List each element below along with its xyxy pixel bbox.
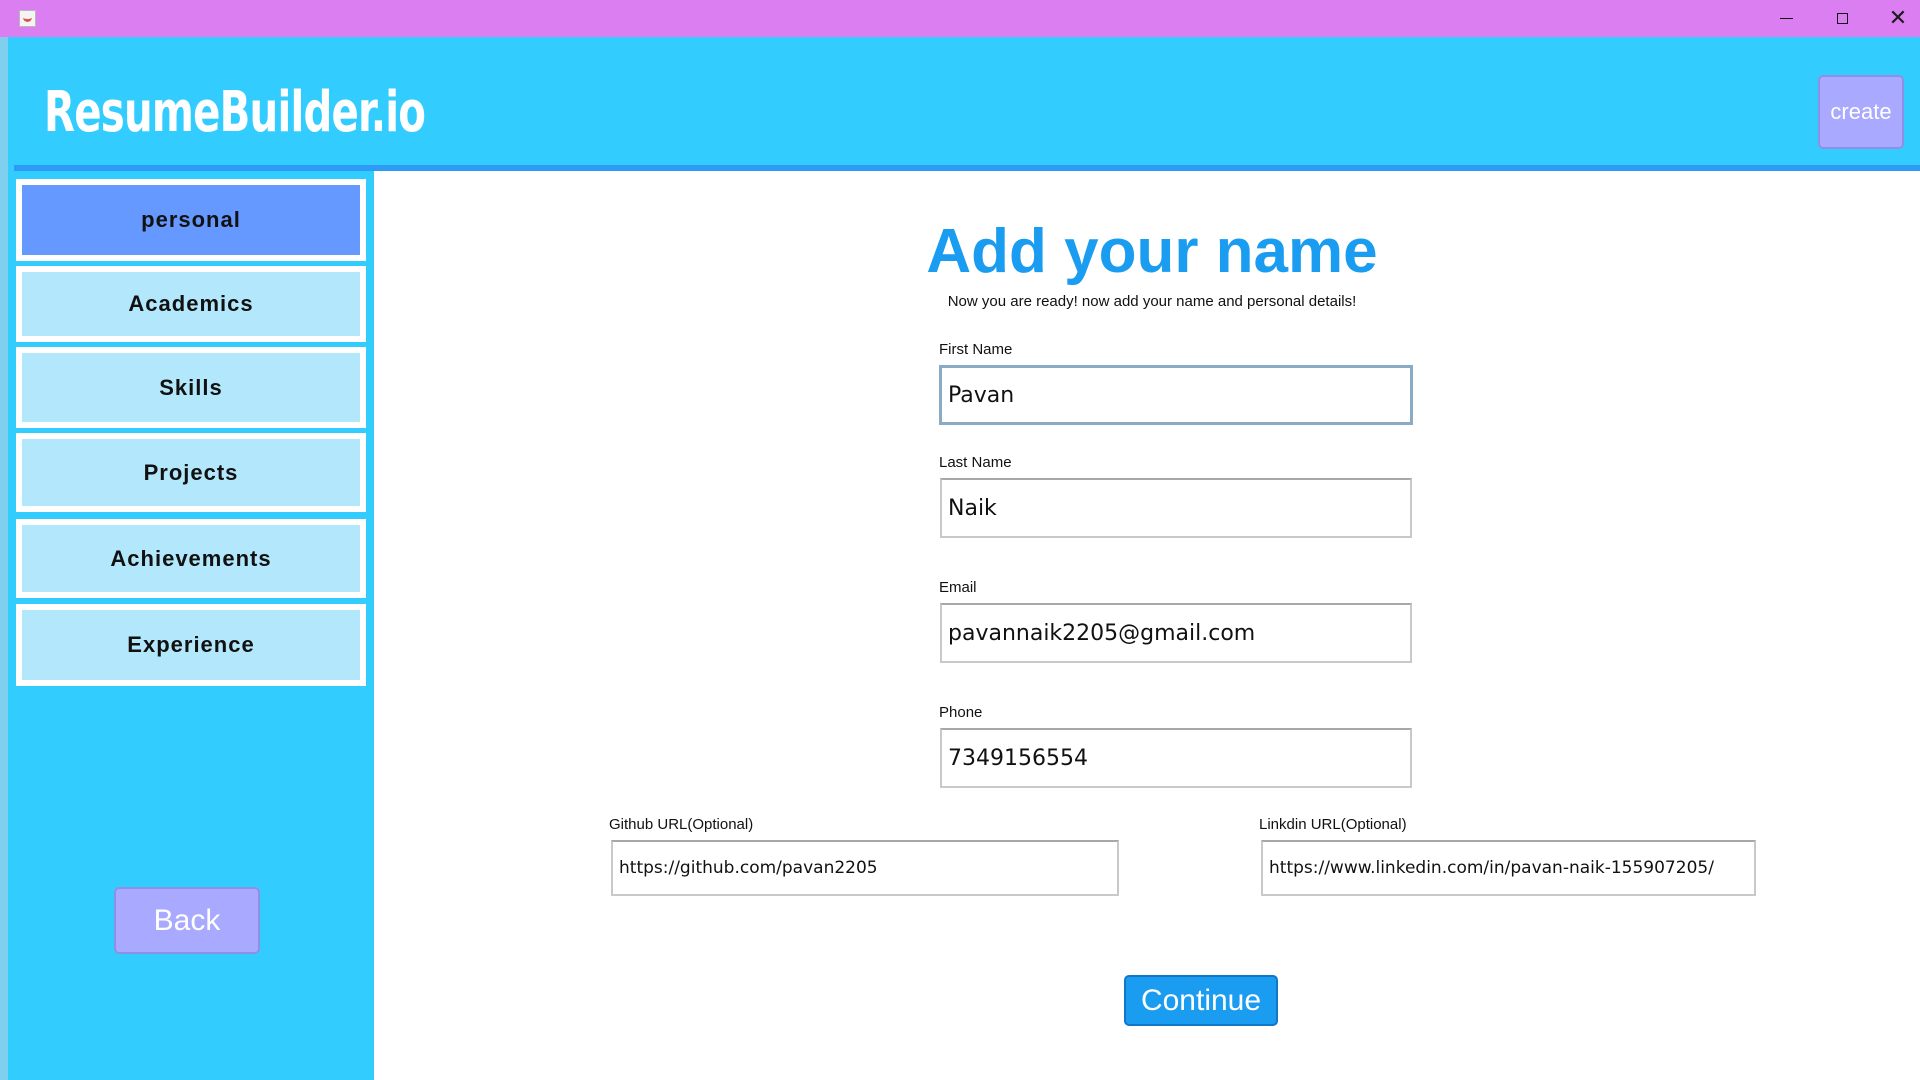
phone-label: Phone bbox=[939, 704, 983, 721]
first-name-label: First Name bbox=[939, 341, 1013, 358]
create-button[interactable]: create bbox=[1818, 75, 1904, 149]
window-titlebar: ✕ bbox=[0, 0, 1920, 37]
github-url-input[interactable] bbox=[611, 840, 1119, 896]
minimize-icon bbox=[1779, 18, 1793, 19]
back-button[interactable]: Back bbox=[114, 887, 260, 954]
last-name-input[interactable] bbox=[940, 478, 1412, 538]
phone-input[interactable] bbox=[940, 728, 1412, 788]
linkedin-url-input[interactable] bbox=[1261, 840, 1756, 896]
app-header: ResumeBuilder.io create bbox=[14, 43, 1920, 165]
main-panel: Add your name Now you are ready! now add… bbox=[374, 171, 1920, 1080]
email-label: Email bbox=[939, 579, 977, 596]
sidebar-item-projects[interactable]: Projects bbox=[16, 433, 366, 512]
sidebar-item-personal[interactable]: personal bbox=[16, 179, 366, 261]
sidebar-item-skills[interactable]: Skills bbox=[16, 347, 366, 428]
linkedin-url-label: Linkdin URL(Optional) bbox=[1259, 816, 1407, 833]
java-app-icon bbox=[19, 10, 36, 27]
sidebar: personal Academics Skills Projects Achie… bbox=[8, 171, 374, 1080]
github-url-label: Github URL(Optional) bbox=[609, 816, 754, 833]
page-subtitle: Now you are ready! now add your name and… bbox=[947, 293, 1357, 310]
minimize-button[interactable] bbox=[1758, 0, 1814, 37]
app-window: ResumeBuilder.io create personal Academi… bbox=[8, 37, 1920, 1080]
page-title: Add your name bbox=[926, 217, 1378, 286]
brand-logo: ResumeBuilder.io bbox=[44, 80, 426, 145]
sidebar-item-experience[interactable]: Experience bbox=[16, 604, 366, 686]
close-button[interactable]: ✕ bbox=[1870, 0, 1920, 37]
maximize-icon bbox=[1836, 13, 1848, 24]
continue-button[interactable]: Continue bbox=[1124, 975, 1278, 1026]
first-name-input[interactable] bbox=[939, 365, 1413, 425]
email-input[interactable] bbox=[940, 603, 1412, 663]
maximize-button[interactable] bbox=[1814, 0, 1870, 37]
close-icon: ✕ bbox=[1888, 6, 1908, 31]
last-name-label: Last Name bbox=[939, 454, 1012, 471]
sidebar-item-academics[interactable]: Academics bbox=[16, 266, 366, 342]
sidebar-item-achievements[interactable]: Achievements bbox=[16, 519, 366, 598]
